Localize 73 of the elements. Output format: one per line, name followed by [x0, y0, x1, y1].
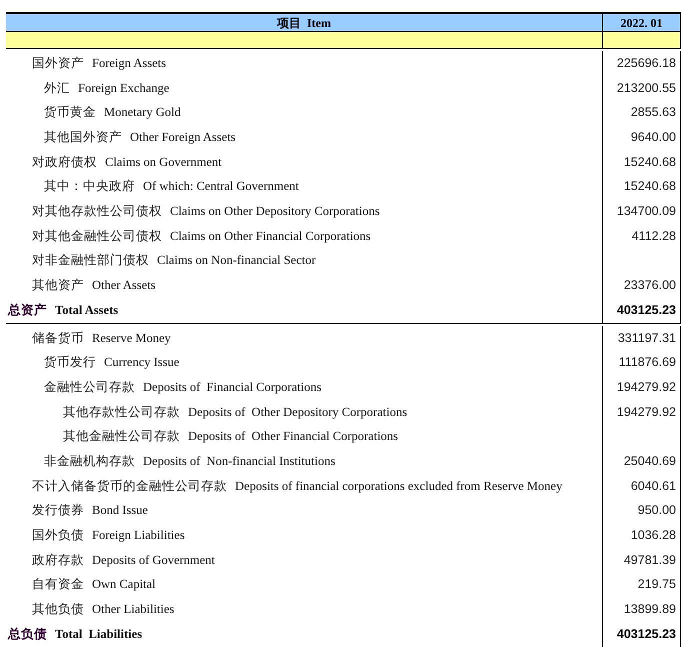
value-cell-text: 213200.55	[616, 80, 676, 97]
item-label: Deposits of Non-financial Institutions	[143, 452, 336, 470]
item-label: Other Assets	[92, 277, 156, 294]
item-label: 对其他金融性公司债权	[32, 228, 162, 245]
item-label: 总负债	[8, 626, 47, 643]
value-cell-text: 403125.23	[616, 302, 676, 319]
item-label: Monetary Gold	[104, 104, 181, 122]
value-cell-text: 15240.68	[624, 178, 676, 196]
item-label: 其他资产	[32, 277, 84, 294]
item-label: 国外负债	[32, 527, 84, 544]
column-heading: 项目	[277, 14, 301, 32]
item-label: Foreign Assets	[92, 54, 166, 72]
item-label: 发行债券	[32, 502, 84, 520]
item-label: Own Capital	[92, 576, 156, 594]
item-label: 其中：中央政府	[44, 178, 135, 196]
item-label: Deposits of Financial Corporations	[143, 378, 322, 396]
value-cell-text: 950.00	[638, 502, 676, 520]
value-cell-text: 13899.89	[624, 601, 676, 618]
item-label: Of which: Central Government	[143, 178, 299, 196]
value-cell-text: 4112.28	[632, 228, 676, 245]
item-label: 不计入储备货币的金融性公司存款	[32, 478, 227, 495]
value-cell-text: 403125.23	[616, 626, 676, 643]
value-cell-text: 1036.28	[630, 527, 676, 544]
item-label: 总资产	[8, 302, 47, 319]
item-label: Currency Issue	[104, 354, 180, 372]
column-heading: 2022. 01	[603, 14, 681, 31]
item-label: 外汇	[44, 80, 70, 97]
item-label: Claims on Other Depository Corporations	[170, 203, 380, 220]
item-label: 对非金融性部门债权	[32, 252, 149, 270]
item-label: Claims on Other Financial Corporations	[170, 228, 371, 245]
value-cell-text: 194279.92	[616, 378, 676, 396]
item-label: Claims on Government	[105, 154, 222, 171]
item-label: 其他国外资产	[44, 129, 122, 146]
value-cell-text: 6040.61	[630, 478, 676, 495]
item-label: Claims on Non-financial Sector	[157, 252, 316, 270]
value-cell-text: 15240.68	[624, 154, 676, 171]
item-label: Deposits of Government	[92, 552, 215, 569]
item-label: 其他金融性公司存款	[63, 428, 180, 446]
item-label: Foreign Liabilities	[92, 527, 185, 544]
item-label: Foreign Exchange	[78, 80, 170, 97]
column-heading: Item	[307, 14, 331, 32]
item-label: 政府存款	[32, 552, 84, 569]
item-label: 非金融机构存款	[44, 452, 135, 470]
item-label: Total Assets	[55, 302, 118, 319]
item-label: 自有资金	[32, 576, 84, 594]
item-label: Other Foreign Assets	[130, 129, 236, 146]
value-cell-text: 194279.92	[616, 404, 676, 421]
item-label: Other Liabilities	[92, 601, 174, 618]
value-cell-text: 49781.39	[624, 552, 676, 569]
item-label: 对政府债权	[32, 154, 97, 171]
item-label: Deposits of Other Financial Corporations	[188, 428, 398, 446]
value-cell-text: 331197.31	[618, 330, 676, 347]
item-label: 对其他存款性公司债权	[32, 203, 162, 220]
item-label: 货币黄金	[44, 104, 96, 122]
item-label: Deposits of financial corporations excluded from Reserve Money	[235, 478, 562, 495]
item-label: Reserve Money	[92, 330, 171, 347]
item-label: 货币发行	[44, 354, 96, 372]
item-label: 国外资产	[32, 54, 84, 72]
item-label: 储备货币	[32, 330, 84, 347]
item-label: 其他存款性公司存款	[63, 404, 180, 421]
value-cell-text: 134700.09	[616, 203, 676, 220]
item-label: Deposits of Other Depository Corporations	[188, 404, 408, 421]
value-cell-text: 25040.69	[624, 452, 676, 470]
value-cell-text: 225696.18	[616, 54, 676, 72]
value-cell-text: 111876.69	[618, 354, 676, 372]
item-label: 其他负债	[32, 601, 84, 618]
value-cell-text: 2855.63	[630, 104, 676, 122]
value-cell-text: 23376.00	[624, 277, 676, 294]
value-cell-text: 9640.00	[630, 129, 676, 146]
item-label: Total Liabilities	[55, 626, 142, 643]
value-cell-text: 219.75	[638, 576, 676, 594]
item-label: Bond Issue	[92, 502, 148, 520]
item-label: 金融性公司存款	[44, 378, 135, 396]
